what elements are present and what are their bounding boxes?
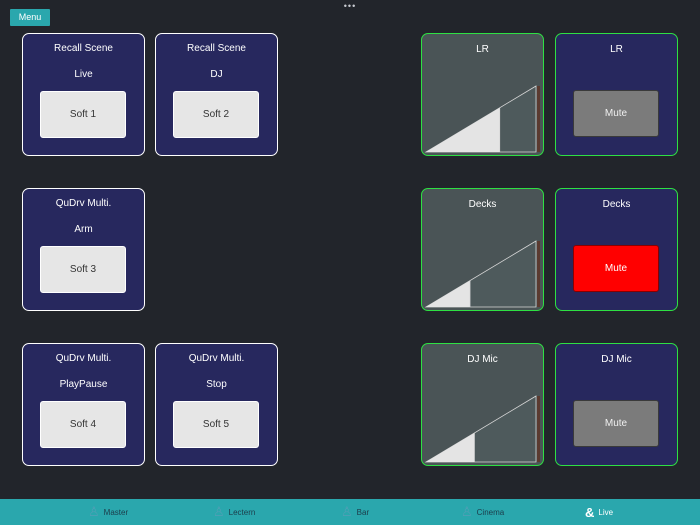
soft-card-title: Recall Scene (187, 43, 246, 54)
mute-card-label: Decks (602, 199, 631, 210)
mute-button-lr[interactable]: Mute (573, 90, 659, 137)
tab-label: Live (598, 507, 614, 517)
mute-card-lr: LR Mute (555, 33, 678, 156)
fader-graphic (424, 85, 540, 153)
fader-decks[interactable]: Decks (421, 188, 544, 311)
tab-label: Lectern (228, 507, 256, 517)
person-icon: ♙ (88, 504, 100, 519)
soft-3-button[interactable]: Soft 3 (40, 246, 126, 293)
soft-card-title: QuDrv Multi. (188, 353, 245, 364)
meter-strip (537, 86, 540, 152)
soft-card-2: Recall Scene DJ Soft 2 (155, 33, 278, 156)
soft-1-button[interactable]: Soft 1 (40, 91, 126, 138)
fader-graphic (424, 240, 540, 308)
soft-card-subtitle: Stop (206, 379, 227, 390)
soft-card-subtitle: DJ (210, 69, 223, 80)
soft-card-1: Recall Scene Live Soft 1 (22, 33, 145, 156)
drag-handle-icon[interactable]: ••• (342, 2, 358, 11)
soft-card-title: Recall Scene (54, 43, 113, 54)
tab-lectern[interactable]: ♙ Lectern (213, 499, 255, 525)
soft-4-button[interactable]: Soft 4 (40, 401, 126, 448)
soft-card-5: QuDrv Multi. Stop Soft 5 (155, 343, 278, 466)
menu-button[interactable]: Menu (10, 9, 50, 26)
fader-fill (426, 107, 500, 152)
person-icon: ♙ (341, 504, 353, 519)
soft-card-4: QuDrv Multi. PlayPause Soft 4 (22, 343, 145, 466)
mute-button-dj-mic[interactable]: Mute (573, 400, 659, 447)
meter-strip (537, 241, 540, 307)
fader-lr[interactable]: LR (421, 33, 544, 156)
person-icon: ♙ (461, 504, 473, 519)
soft-card-subtitle: Live (74, 69, 93, 80)
tab-bar: ♙ Master ♙ Lectern ♙ Bar ♙ Cinema & Live (0, 499, 700, 525)
fader-graphic (424, 395, 540, 463)
tab-bar-venue[interactable]: ♙ Bar (341, 499, 369, 525)
tab-label: Bar (356, 507, 370, 517)
tab-cinema[interactable]: ♙ Cinema (461, 499, 504, 525)
soft-card-3: QuDrv Multi. Arm Soft 3 (22, 188, 145, 311)
soft-card-title: QuDrv Multi. (55, 198, 112, 209)
fader-dj-mic[interactable]: DJ Mic (421, 343, 544, 466)
soft-5-button[interactable]: Soft 5 (173, 401, 259, 448)
tab-master[interactable]: ♙ Master (88, 499, 128, 525)
tab-label: Master (103, 507, 129, 517)
mute-card-decks: Decks Mute (555, 188, 678, 311)
ampersand-icon: & (585, 504, 595, 520)
soft-card-title: QuDrv Multi. (55, 353, 112, 364)
soft-card-subtitle: Arm (74, 224, 93, 235)
tab-label: Cinema (476, 507, 505, 517)
mute-button-decks[interactable]: Mute (573, 245, 659, 292)
soft-card-subtitle: PlayPause (59, 379, 108, 390)
person-icon: ♙ (213, 504, 225, 519)
soft-2-button[interactable]: Soft 2 (173, 91, 259, 138)
mute-card-label: LR (610, 44, 623, 55)
meter-strip (537, 396, 540, 462)
mute-card-label: DJ Mic (601, 354, 632, 365)
tab-live[interactable]: & Live (585, 499, 613, 525)
mute-card-dj-mic: DJ Mic Mute (555, 343, 678, 466)
